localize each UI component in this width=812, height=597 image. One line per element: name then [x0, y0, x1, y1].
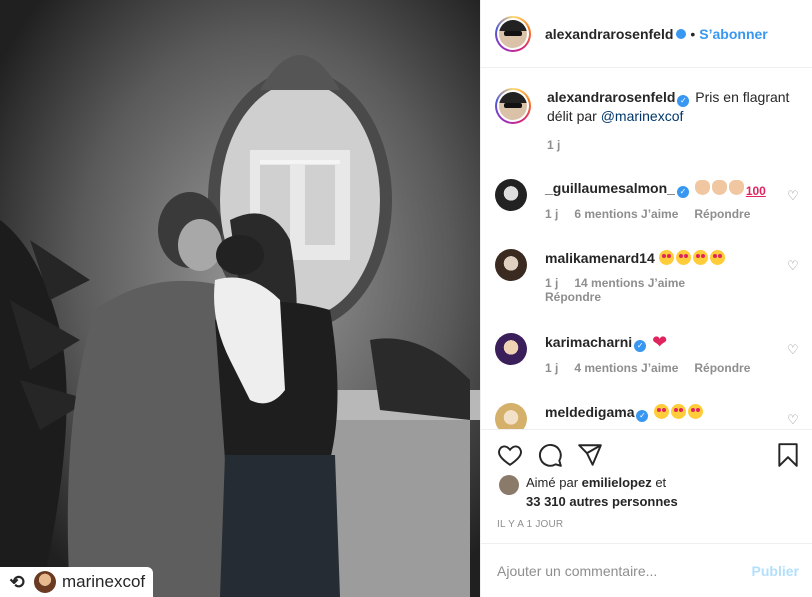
- likes-count[interactable]: 33 310 autres personnes: [526, 494, 678, 509]
- comment-meta: 1 j 14 mentions J’aime Répondre: [545, 276, 775, 304]
- profile-avatar-image: [499, 19, 527, 48]
- repost-badge[interactable]: ⟲ marinexcof: [0, 567, 154, 597]
- verified-icon: [676, 28, 687, 39]
- reply-button[interactable]: Répondre: [545, 290, 601, 304]
- heart-eyes-emoji-icon: [692, 250, 708, 265]
- clap-emoji-icon: [694, 180, 710, 195]
- caption-mention[interactable]: @marinexcof: [601, 108, 684, 124]
- post-sidebar: alexandrarosenfeld • S’abonner alexandra…: [480, 0, 812, 597]
- comment-likes[interactable]: 14 mentions J’aime: [574, 276, 685, 290]
- comment-username[interactable]: _guillaumesalmon_: [545, 180, 675, 196]
- heart-outline-icon[interactable]: ♡: [787, 259, 799, 272]
- comment-likes[interactable]: 6 mentions J’aime: [574, 207, 678, 221]
- comment-avatar[interactable]: [495, 249, 527, 281]
- verified-icon: ✓: [677, 95, 690, 107]
- heart-outline-icon[interactable]: ♡: [787, 189, 799, 202]
- verified-icon: ✓: [676, 186, 689, 198]
- caption: alexandrarosenfeld ✓ Pris en flagrant dél…: [495, 88, 807, 152]
- caption-avatar[interactable]: [495, 88, 531, 124]
- comment-avatar[interactable]: [495, 403, 527, 429]
- post-timestamp[interactable]: IL Y A 1 JOUR: [497, 519, 563, 530]
- caption-text: alexandrarosenfeld ✓ Pris en flagrant dél…: [547, 88, 807, 126]
- comment-time[interactable]: 1 j: [545, 207, 558, 221]
- header-avatar[interactable]: [495, 15, 531, 52]
- heart-eyes-emoji-icon: [654, 404, 670, 419]
- action-bar: [481, 429, 812, 469]
- hundred-emoji-icon: 100: [745, 184, 766, 198]
- caption-meta: 1 j: [547, 138, 807, 152]
- comment-time[interactable]: 1 j: [545, 361, 558, 375]
- profile-avatar-image: [499, 92, 527, 120]
- comment-meta: 1 j 6 mentions J’aime Répondre: [545, 207, 775, 221]
- likes-prefix: Aimé par: [526, 475, 582, 490]
- header-separator: •: [690, 25, 696, 42]
- clap-emoji-icon: [728, 180, 744, 195]
- heart-eyes-emoji-icon: [658, 250, 674, 265]
- comment-item: _guillaumesalmon_ ✓ 100 1 j 6 mentions J’a…: [495, 179, 807, 221]
- comment-input[interactable]: [497, 562, 752, 579]
- verified-icon: ✓: [634, 340, 647, 352]
- reply-button[interactable]: Répondre: [694, 207, 750, 221]
- comment-time[interactable]: 1 j: [545, 276, 558, 290]
- like-heart-icon[interactable]: [497, 442, 523, 468]
- reply-button[interactable]: Répondre: [694, 361, 750, 375]
- comment-meta: 1 j 4 mentions J’aime Répondre: [545, 361, 775, 375]
- repost-icon: ⟲: [9, 571, 25, 592]
- repost-avatar: [34, 571, 56, 593]
- post-header: alexandrarosenfeld • S’abonner: [481, 0, 812, 68]
- comment-avatar[interactable]: [495, 333, 527, 365]
- header-username[interactable]: alexandrarosenfeld: [545, 26, 673, 42]
- caption-username[interactable]: alexandrarosenfeld: [547, 89, 675, 105]
- comments-list[interactable]: alexandrarosenfeld ✓ Pris en flagrant dél…: [481, 68, 812, 429]
- heart-eyes-emoji-icon: [675, 250, 691, 265]
- post-photo[interactable]: ⟲ marinexcof: [0, 0, 480, 597]
- comment-likes[interactable]: 4 mentions J’aime: [574, 361, 678, 375]
- heart-eyes-emoji-icon: [688, 404, 704, 419]
- verified-icon: ✓: [636, 410, 649, 422]
- save-bookmark-icon[interactable]: [775, 442, 801, 468]
- caption-time[interactable]: 1 j: [547, 138, 560, 152]
- comment-item: karimacharni ✓ ❤ 1 j 4 mentions J’aime Répo…: [495, 333, 807, 375]
- repost-username: marinexcof: [62, 572, 146, 591]
- comment-username[interactable]: karimacharni: [545, 334, 632, 350]
- heart-eyes-emoji-icon: [709, 250, 725, 265]
- comment-item: malikamenard14 1 j 14 mentions J’aime Rép…: [495, 249, 807, 304]
- clap-emoji-icon: [711, 180, 727, 195]
- photo-image: [0, 0, 480, 597]
- publish-button[interactable]: Publier: [752, 563, 799, 579]
- comment-username[interactable]: meldedigama: [545, 404, 634, 420]
- follow-button[interactable]: S’abonner: [699, 26, 767, 42]
- liker-username[interactable]: emilielopez: [582, 475, 652, 490]
- comment-username[interactable]: malikamenard14: [545, 250, 655, 266]
- heart-eyes-emoji-icon: [671, 404, 687, 419]
- add-comment-bar: Publier: [481, 543, 812, 597]
- likes-suffix: et: [651, 475, 667, 490]
- liker-avatar[interactable]: [499, 475, 519, 495]
- comment-avatar[interactable]: [495, 179, 527, 211]
- heart-outline-icon[interactable]: ♡: [787, 343, 799, 356]
- comment-item: meldedigama ✓ ♡: [495, 403, 807, 429]
- comment-bubble-icon[interactable]: [537, 442, 563, 468]
- red-heart-emoji-icon: ❤: [652, 332, 668, 352]
- heart-outline-icon[interactable]: ♡: [787, 413, 799, 426]
- likes-summary: Aimé par emilielopez et 33 310 autres pe…: [499, 473, 678, 511]
- share-paper-plane-icon[interactable]: [577, 442, 603, 468]
